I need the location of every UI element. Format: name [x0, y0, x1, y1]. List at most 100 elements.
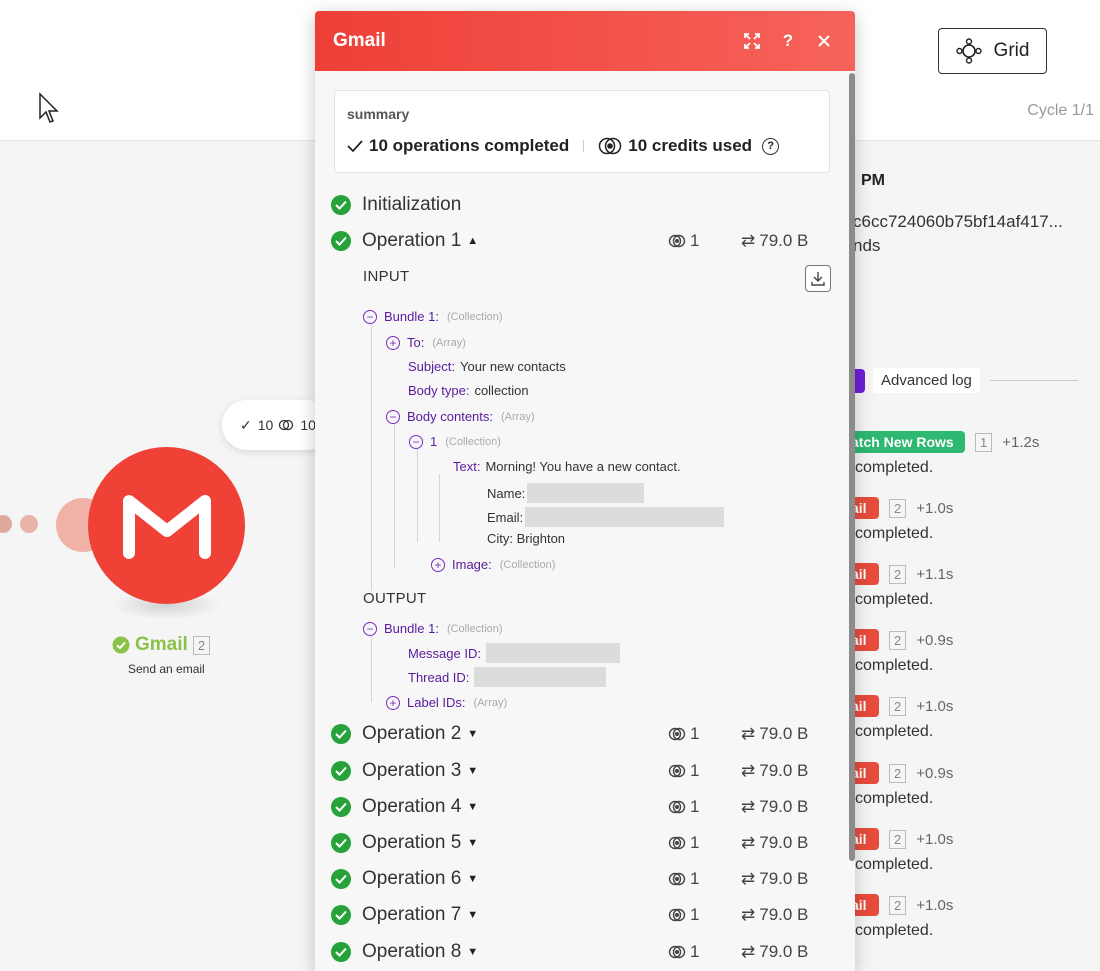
node-type: (Collection) [446, 310, 503, 323]
node-key: Body contents: [407, 409, 493, 424]
credits-icon [668, 945, 686, 959]
log-text: completed. [855, 459, 934, 476]
transfer-icon: ⇄ [741, 797, 756, 816]
operation-credits-value: 1 [690, 761, 700, 780]
caret-down-icon: ▼ [467, 765, 479, 777]
operation-credits-value: 1 [690, 724, 700, 743]
node-type: (Array) [501, 410, 535, 423]
operation-size-value: 79.0 B [759, 797, 809, 816]
caret-down-icon: ▼ [467, 946, 479, 958]
operation-row[interactable]: Operation 3 ▼ 1 ⇄ 79.0 B [331, 758, 821, 784]
gmail-module[interactable] [88, 447, 245, 604]
tree-node-bundle[interactable]: − Bundle 1: (Collection) [363, 309, 503, 324]
operation-row[interactable]: Operation 7 ▼ 1 ⇄ 79.0 B [331, 902, 821, 928]
success-check-icon [331, 761, 351, 781]
log-delta: +0.9s [916, 631, 954, 649]
operation-label: Operation 6 [362, 868, 462, 889]
tree-node-output-bundle[interactable]: − Bundle 1: (Collection) [363, 621, 503, 636]
log-num: 2 [889, 498, 907, 518]
node-key: Bundle 1: [384, 309, 439, 324]
redacted-value [525, 507, 725, 527]
success-check-icon [112, 636, 130, 654]
operation-credits-value: 1 [690, 869, 700, 888]
node-key: Subject: [408, 359, 455, 374]
expand-node-icon[interactable]: + [431, 557, 445, 572]
node-type: (Array) [432, 336, 466, 349]
tree-node-body-type: Body type: collection [408, 383, 529, 398]
summary-title: summary [347, 106, 410, 122]
operation-label: Operation 1 [362, 230, 462, 251]
transfer-icon: ⇄ [741, 942, 756, 961]
operation-row[interactable]: Operation 4 ▼ 1 ⇄ 79.0 B [331, 794, 821, 820]
operation-credits: 1 [668, 869, 699, 889]
log-delta: +1.2s [1002, 433, 1040, 451]
success-check-icon [331, 869, 351, 889]
collapse-icon[interactable]: − [386, 409, 400, 424]
tab-divider [989, 380, 1078, 381]
operation-size-value: 79.0 B [759, 724, 809, 743]
mouse-cursor-icon [39, 92, 59, 123]
gmail-logo-icon [122, 494, 211, 559]
scrollbar[interactable] [849, 73, 855, 861]
help-button[interactable]: ? [775, 28, 801, 54]
module-subtitle: Send an email [128, 662, 205, 676]
expand-node-icon[interactable]: + [386, 695, 400, 710]
redacted-value [474, 667, 607, 687]
log-num: 2 [889, 564, 907, 584]
dialog-title: Gmail [333, 30, 386, 51]
operation-row[interactable]: Operation 1 ▲ 1 ⇄ 79.0 B [331, 228, 821, 254]
collapse-icon[interactable]: − [363, 309, 377, 324]
tree-node-message-id: Message ID: [408, 643, 620, 663]
tree-node-item[interactable]: − 1 (Collection) [409, 434, 501, 449]
log-entry: ail 2 +1.1s completed. [845, 563, 1100, 609]
collapse-icon[interactable]: − [363, 621, 377, 636]
node-value: collection [474, 383, 529, 398]
operation-row[interactable]: Operation 5 ▼ 1 ⇄ 79.0 B [331, 830, 821, 856]
node-type: (Collection) [445, 435, 501, 448]
expand-node-icon[interactable]: + [386, 335, 400, 350]
close-button[interactable] [811, 28, 837, 54]
caret-down-icon: ▼ [467, 873, 479, 885]
tree-node-image[interactable]: + Image: (Collection) [431, 557, 555, 572]
operation-label: Operation 7 [362, 904, 462, 925]
caret-down-icon: ▼ [467, 909, 479, 921]
tree-node-label-ids[interactable]: + Label IDs: (Array) [386, 695, 507, 710]
credits-help-icon[interactable]: ? [762, 137, 780, 155]
operation-credits: 1 [668, 724, 699, 744]
grid-button[interactable]: Grid [938, 28, 1047, 74]
download-button[interactable] [805, 265, 831, 292]
tree-node-subject: Subject: Your new contacts [408, 359, 566, 374]
tree-node-to[interactable]: + To: (Array) [386, 335, 466, 350]
collapse-icon[interactable]: − [409, 434, 423, 449]
credits-icon [668, 908, 686, 922]
operation-row[interactable]: Operation 6 ▼ 1 ⇄ 79.0 B [331, 866, 821, 892]
run-duration: nds [853, 236, 881, 255]
operation-row[interactable]: Operation 8 ▼ 1 ⇄ 79.0 B [331, 939, 821, 965]
connector-dot [0, 515, 12, 533]
initialization-row[interactable]: Initialization [331, 192, 821, 218]
credits-icon [668, 872, 686, 886]
operation-credits-value: 1 [690, 942, 700, 961]
tree-line [417, 449, 418, 542]
log-delta: +1.0s [916, 830, 954, 848]
operation-label: Operation 8 [362, 941, 462, 962]
log-delta: +0.9s [916, 764, 954, 782]
credits-used: 10 credits used [628, 136, 753, 155]
caret-down-icon: ▼ [467, 837, 479, 849]
operation-size: ⇄ 79.0 B [741, 833, 808, 853]
operation-size: ⇄ 79.0 B [741, 231, 808, 251]
operation-credits: 1 [668, 797, 699, 817]
operation-row[interactable]: Operation 2 ▼ 1 ⇄ 79.0 B [331, 721, 821, 747]
operation-credits-value: 1 [690, 833, 700, 852]
log-delta: +1.0s [916, 499, 954, 517]
tree-line [371, 325, 372, 591]
tree-node-body-contents[interactable]: − Body contents: (Array) [386, 409, 535, 424]
grid-button-label: Grid [993, 40, 1030, 61]
credits-icon [599, 137, 622, 155]
tree-line [394, 423, 395, 569]
advanced-log-tab[interactable]: Advanced log [873, 368, 980, 393]
operation-credits: 1 [668, 905, 699, 925]
node-key: Image: [452, 557, 492, 572]
success-check-icon [331, 942, 351, 962]
expand-button[interactable] [739, 28, 765, 54]
